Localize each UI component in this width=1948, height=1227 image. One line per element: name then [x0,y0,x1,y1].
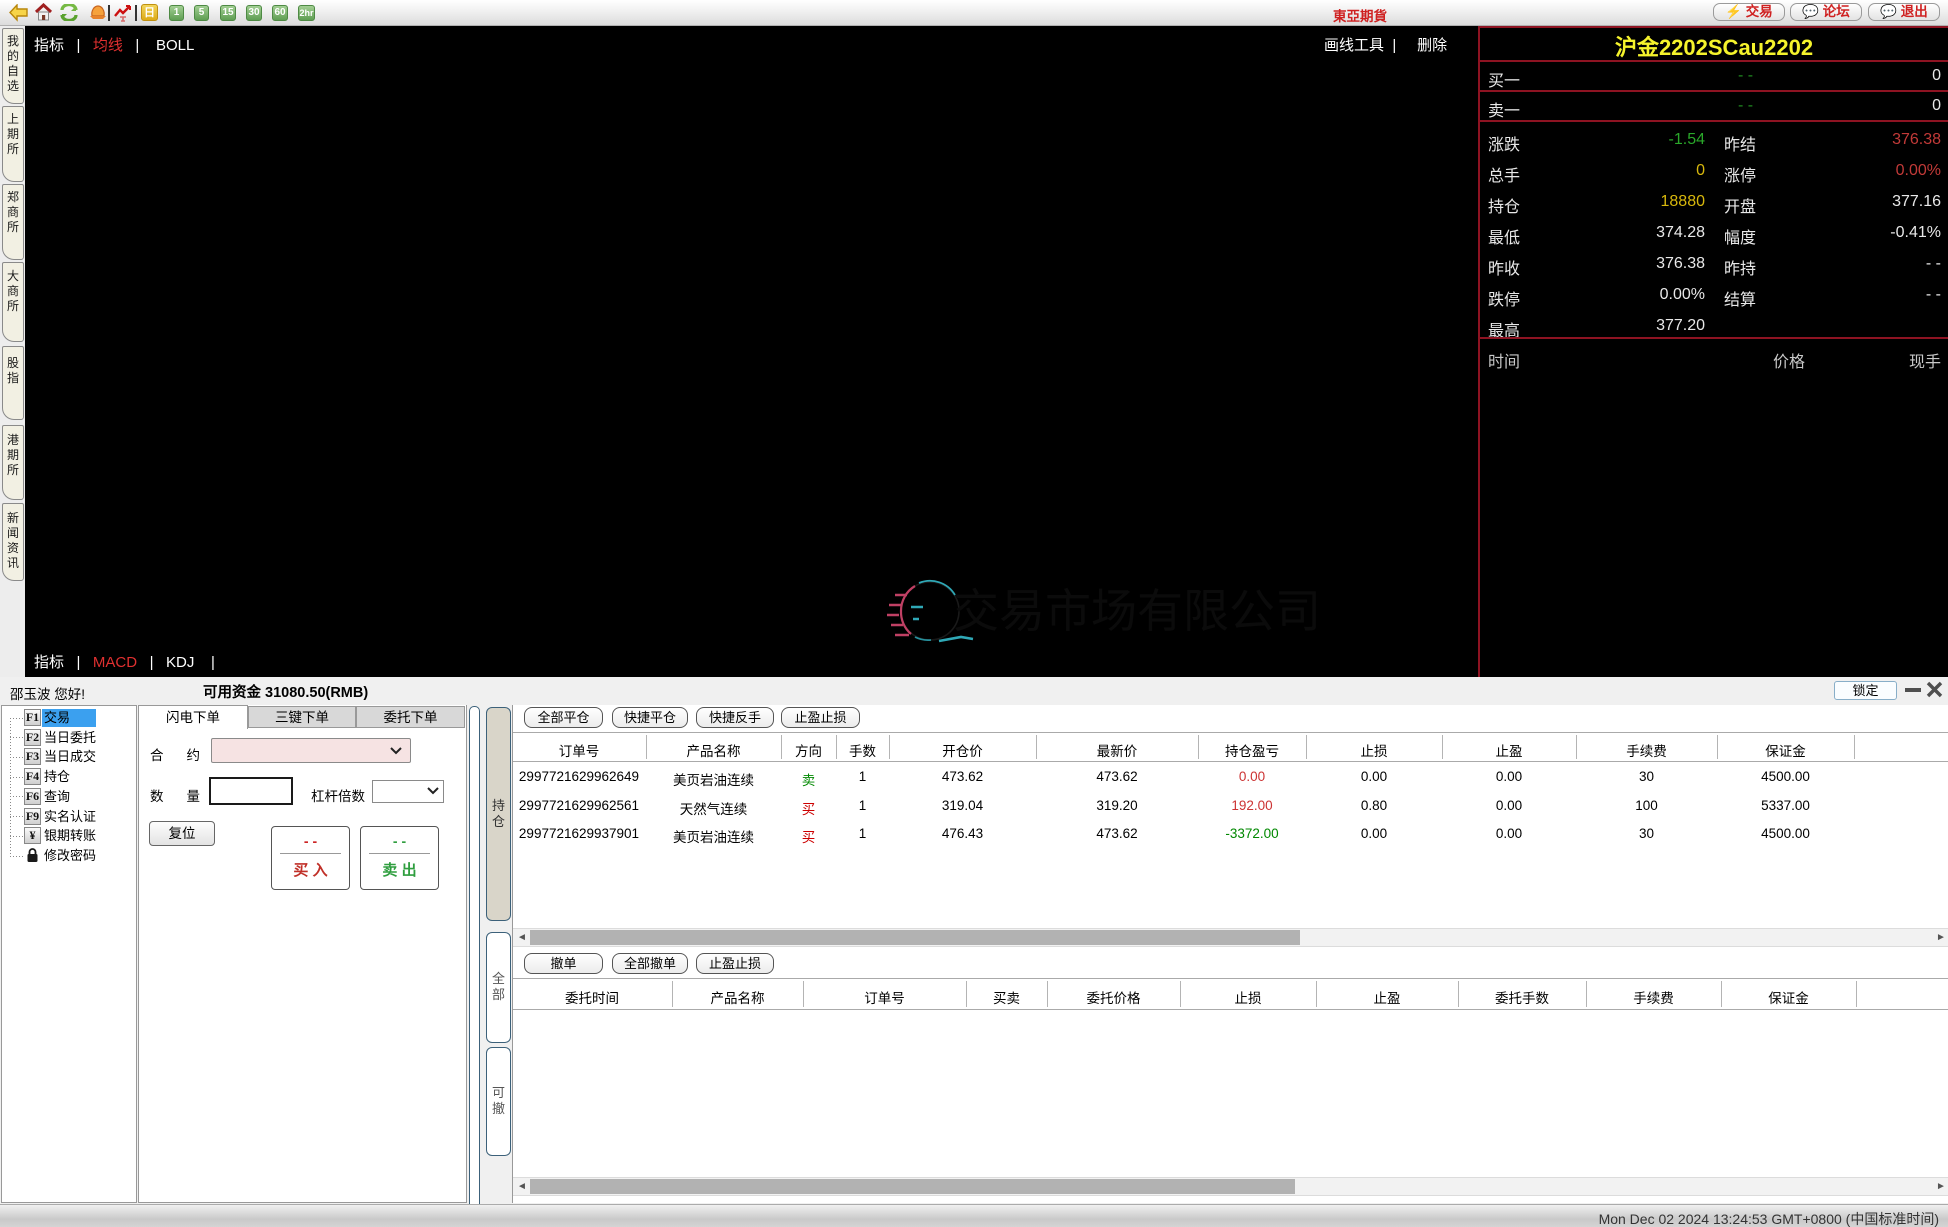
svg-text:交易市场有限公司: 交易市场有限公司 [953,585,1321,637]
